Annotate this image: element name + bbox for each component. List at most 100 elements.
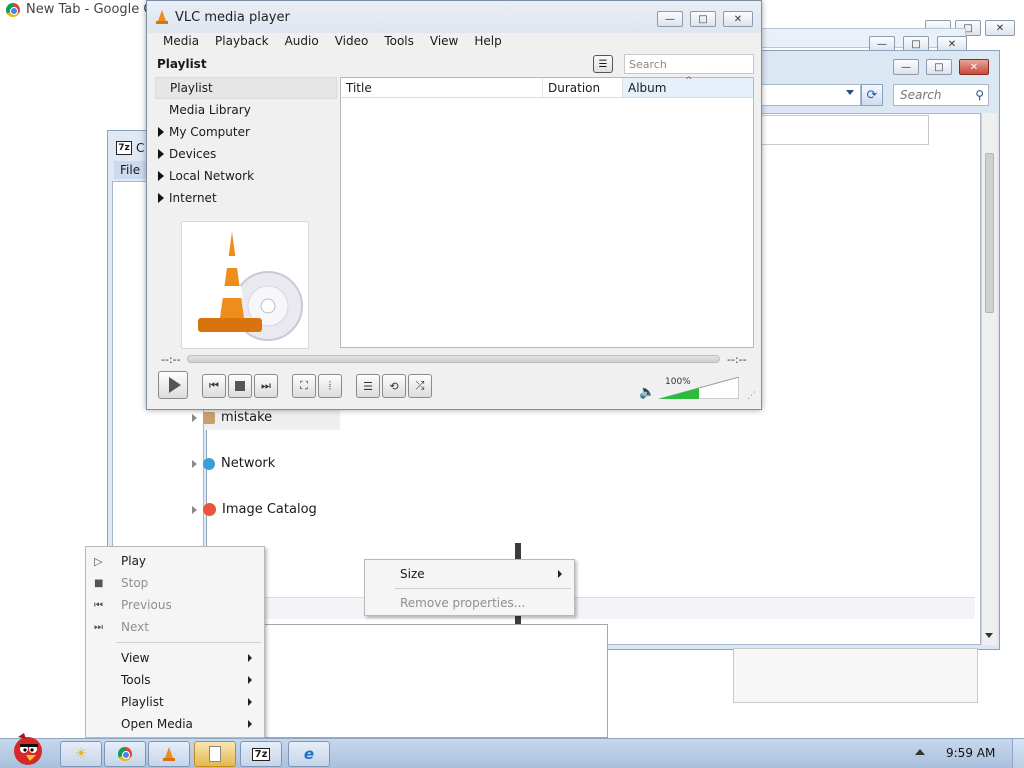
vlc-maximize-button[interactable]: □ — [690, 11, 716, 27]
vlc-cone-icon — [155, 9, 169, 25]
sidebar-item-local-network[interactable]: Local Network — [155, 165, 337, 187]
play-button[interactable] — [158, 371, 188, 399]
menu-item-stop[interactable]: ■ Stop — [86, 572, 264, 594]
stop-icon — [235, 381, 245, 391]
taskbar-chrome-button[interactable] — [104, 741, 146, 767]
extended-settings-button[interactable]: ⦙ — [318, 374, 342, 398]
explorer-search-input[interactable]: Search ⚲ — [893, 84, 989, 106]
menu-item-next[interactable]: ⏭ Next — [86, 616, 264, 638]
search-icon[interactable]: ⚲ — [975, 88, 984, 102]
menu-item-open-media[interactable]: Open Media — [86, 713, 264, 735]
submenu-arrow-icon — [248, 720, 252, 728]
tree-item-image-catalog[interactable]: Image Catalog — [192, 502, 317, 517]
taskbar-notepad-button[interactable] — [194, 741, 236, 767]
menu-item-view[interactable]: View — [86, 647, 264, 669]
previous-button[interactable]: ⏮ — [202, 374, 226, 398]
bg-window-2-titlebar — [760, 28, 966, 48]
explorer-maximize-button[interactable]: □ — [926, 59, 952, 75]
vlc-close-button[interactable]: ✕ — [723, 11, 753, 27]
menu-item-tools[interactable]: Tools — [86, 669, 264, 691]
explorer-address-end[interactable] — [761, 84, 861, 106]
sidebar-item-media-library[interactable]: Media Library — [155, 99, 337, 121]
column-duration[interactable]: Duration — [543, 78, 623, 97]
menu-item-play[interactable]: ▷ Play — [86, 550, 264, 572]
start-button[interactable] — [4, 731, 50, 767]
menu-item-label: Next — [121, 620, 149, 634]
seek-slider[interactable] — [187, 355, 720, 363]
taskbar-explorer-button[interactable]: ☀ — [60, 741, 102, 767]
expand-icon[interactable] — [192, 459, 197, 468]
7z-titlebar: 7z C — [116, 141, 144, 155]
column-title[interactable]: Title — [341, 78, 543, 97]
playlist-columns: Title Duration Album ^ — [341, 76, 753, 98]
taskbar-ie-button[interactable]: e — [288, 741, 330, 767]
expand-arrow-icon[interactable] — [158, 127, 164, 137]
expand-arrow-icon[interactable] — [158, 193, 164, 203]
menu-item-remove-properties[interactable]: Remove properties... — [365, 592, 574, 614]
chrome-title: New Tab - Google Ch — [6, 2, 161, 17]
menu-audio[interactable]: Audio — [277, 33, 327, 51]
stop-icon: ■ — [94, 577, 104, 589]
chevron-down-icon[interactable] — [846, 90, 854, 95]
fullscreen-button[interactable]: ⛶ — [292, 374, 316, 398]
expand-arrow-icon[interactable] — [158, 171, 164, 181]
next-icon: ⏭ — [94, 621, 103, 633]
clock[interactable]: 9:59 AM — [946, 746, 995, 760]
menu-help[interactable]: Help — [466, 33, 509, 51]
speaker-icon[interactable]: 🔈 — [639, 385, 655, 400]
explorer-scrollbar[interactable] — [981, 113, 997, 645]
menu-item-previous[interactable]: ⏮ Previous — [86, 594, 264, 616]
explorer-close-button[interactable]: ✕ — [959, 59, 989, 75]
folder-icon — [203, 411, 215, 424]
playlist-view-mode-icon[interactable]: ☰ — [593, 55, 613, 73]
menu-tools[interactable]: Tools — [376, 33, 422, 51]
toggle-playlist-button[interactable]: ☰ — [356, 374, 380, 398]
expand-arrow-icon[interactable] — [158, 149, 164, 159]
taskbar-7z-button[interactable]: 7z — [240, 741, 282, 767]
taskbar-vlc-button[interactable] — [148, 741, 190, 767]
shuffle-button[interactable]: ⤮ — [408, 374, 432, 398]
sidebar-item-internet[interactable]: Internet — [155, 187, 337, 209]
menu-item-label: Remove properties... — [400, 596, 526, 610]
menu-video[interactable]: Video — [327, 33, 377, 51]
total-time: --:-- — [727, 353, 747, 366]
expand-icon[interactable] — [192, 413, 197, 422]
show-hidden-icons-icon[interactable] — [915, 749, 925, 755]
scrollbar-thumb[interactable] — [985, 153, 994, 313]
stop-button[interactable] — [228, 374, 252, 398]
explorer-minimize-button[interactable]: — — [893, 59, 919, 75]
tree-item-network[interactable]: Network — [192, 456, 275, 471]
menu-item-playlist[interactable]: Playlist — [86, 691, 264, 713]
submenu-arrow-icon — [248, 654, 252, 662]
next-icon: ⏭ — [261, 379, 271, 392]
menu-playback[interactable]: Playback — [207, 33, 277, 51]
refresh-icon[interactable]: ⟳ — [861, 84, 883, 106]
sidebar-item-my-computer[interactable]: My Computer — [155, 121, 337, 143]
resize-grip-icon[interactable]: ⋰ — [747, 391, 756, 401]
menu-view[interactable]: View — [422, 33, 466, 51]
next-button[interactable]: ⏭ — [254, 374, 278, 398]
playlist-icon: ☰ — [363, 379, 373, 393]
bg-close-button[interactable]: ✕ — [985, 20, 1015, 36]
menu-separator — [116, 642, 261, 643]
loop-button[interactable]: ⟲ — [382, 374, 406, 398]
menu-item-size[interactable]: Size — [365, 563, 574, 585]
show-desktop-button[interactable] — [1012, 739, 1024, 768]
column-album[interactable]: Album ^ — [623, 76, 753, 97]
menu-media[interactable]: Media — [155, 33, 207, 51]
playlist-view[interactable]: Title Duration Album ^ — [340, 76, 754, 348]
volume-slider[interactable] — [659, 377, 739, 399]
7z-icon: 7z — [116, 141, 132, 155]
sidebar-item-devices[interactable]: Devices — [155, 143, 337, 165]
tree-item-mistake[interactable]: mistake — [192, 410, 272, 425]
sidebar-item-playlist[interactable]: Playlist — [155, 77, 337, 99]
expand-icon[interactable] — [192, 505, 197, 514]
sidebar-item-label: Media Library — [169, 103, 251, 117]
menu-item-label: Size — [400, 567, 425, 581]
vlc-minimize-button[interactable]: — — [657, 11, 683, 27]
menu-item-label: Playlist — [121, 695, 164, 709]
playlist-search-input[interactable]: Search — [624, 54, 754, 74]
album-art — [181, 221, 309, 349]
scroll-down-icon[interactable] — [985, 633, 993, 638]
folder-icon: ☀ — [74, 746, 88, 762]
